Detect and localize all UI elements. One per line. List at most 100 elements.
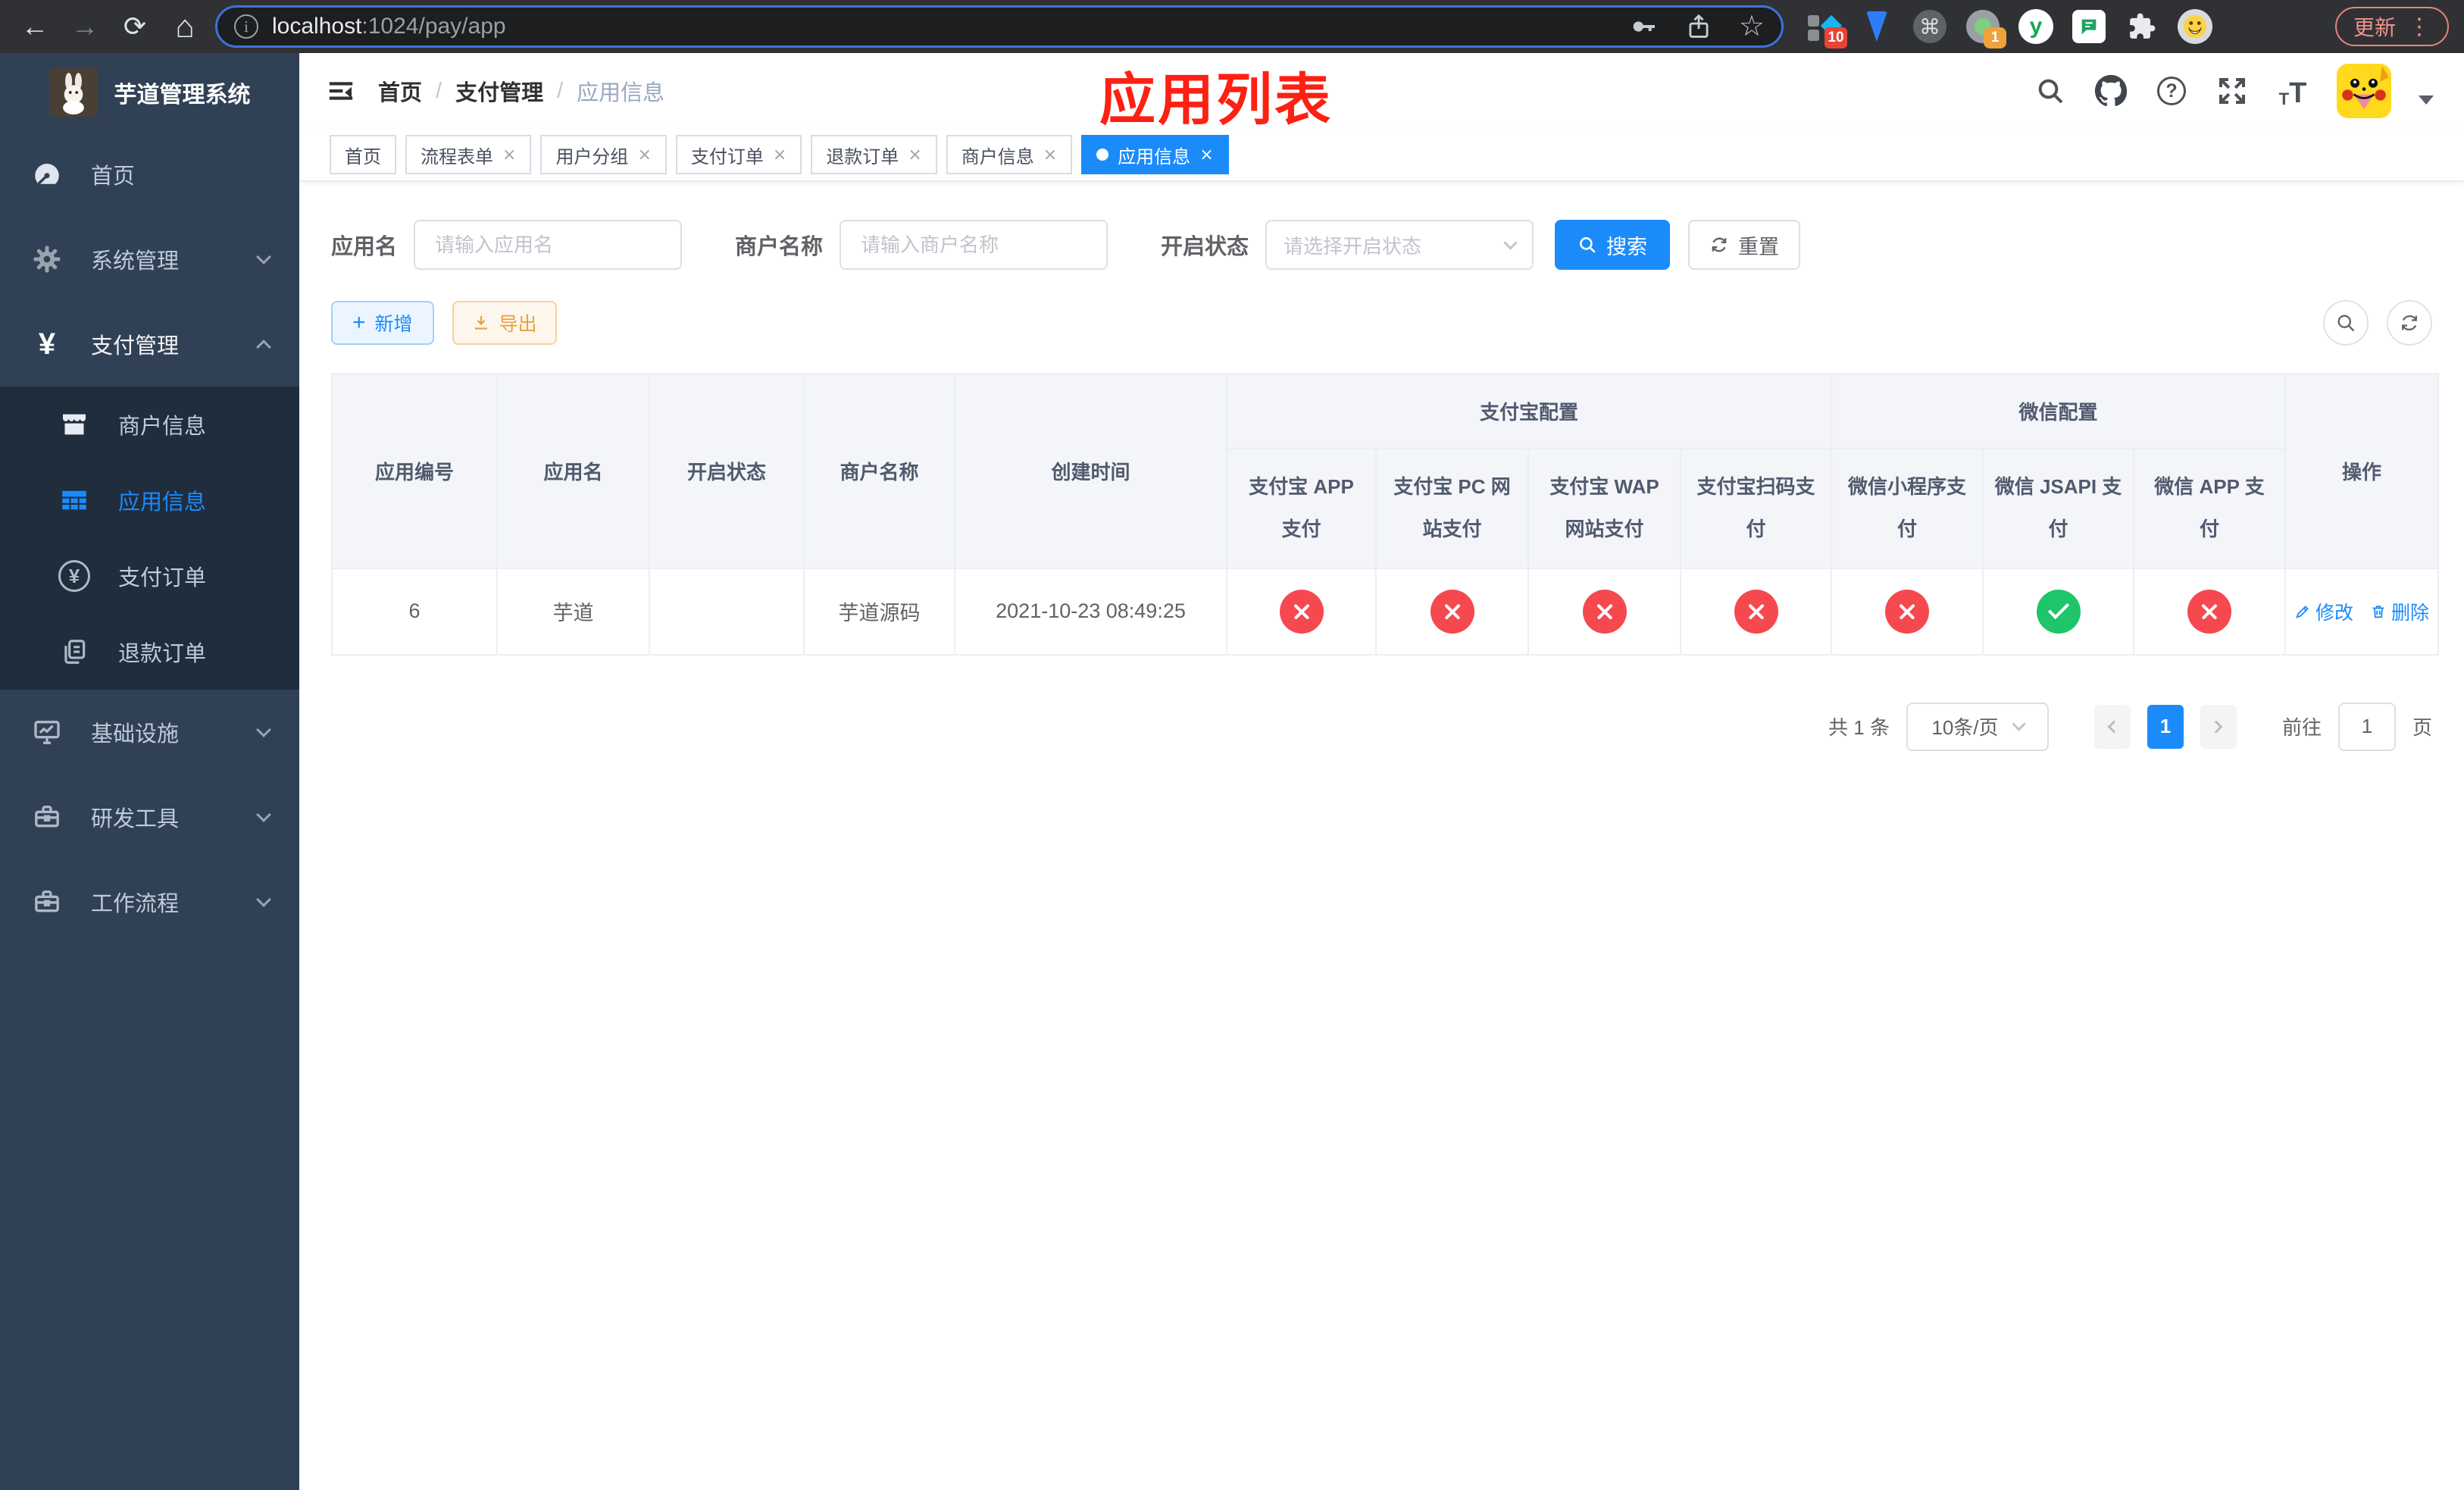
merchant-name-input[interactable] <box>840 220 1108 270</box>
column-header: 商户名称 <box>803 373 955 569</box>
share-icon[interactable] <box>1684 12 1713 41</box>
bookmark-star-icon[interactable]: ☆ <box>1739 12 1765 41</box>
app-name-input[interactable] <box>414 220 683 270</box>
user-avatar[interactable] <box>2337 64 2391 118</box>
sidebar-item-infrastructure[interactable]: 基础设施 <box>0 690 299 775</box>
font-size-icon[interactable]: TT <box>2276 74 2309 108</box>
page-size-select[interactable]: 10条/页 <box>1906 702 2049 751</box>
chevron-left-icon <box>2107 720 2121 734</box>
extension-y-icon[interactable]: y <box>2018 9 2053 44</box>
search-button[interactable]: 搜索 <box>1555 220 1671 270</box>
sidebar-item-refund-orders[interactable]: 退款订单 <box>0 614 299 690</box>
github-icon[interactable] <box>2094 74 2128 108</box>
tag-process-form[interactable]: 流程表单 × <box>405 135 532 174</box>
status-disabled-icon <box>1430 589 1474 634</box>
status-select[interactable]: 请选择开启状态 <box>1265 220 1534 270</box>
tag-refund-orders[interactable]: 退款订单 × <box>811 135 937 174</box>
password-key-icon[interactable] <box>1628 11 1659 42</box>
address-bar[interactable]: i localhost:1024/pay/app ☆ <box>215 5 1784 48</box>
close-icon[interactable]: × <box>637 146 651 164</box>
avatar-caret-icon[interactable] <box>2419 95 2434 105</box>
browser-reload-button[interactable]: ⟳ <box>115 7 155 46</box>
sidebar-item-home[interactable]: 首页 <box>0 132 299 217</box>
sidebar-collapse-icon[interactable] <box>299 75 378 107</box>
close-icon[interactable]: × <box>502 146 516 164</box>
screen: ← → ⟳ ⌂ i localhost:1024/pay/app ☆ 10 ⌘ … <box>0 0 2464 1490</box>
sidebar-item-payment[interactable]: ¥ 支付管理 <box>0 302 299 387</box>
status-disabled-icon <box>1885 589 1930 634</box>
column-header: 开启状态 <box>649 373 805 569</box>
merchant-name-label: 商户名称 <box>735 235 824 259</box>
cell-enabled <box>649 567 805 656</box>
status-enabled-icon <box>2036 589 2081 634</box>
export-button[interactable]: 导出 <box>452 301 557 345</box>
store-icon <box>58 408 91 441</box>
sidebar: 芋道管理系统 首页 系统管理 ¥ 支付管理 商户信息 应用信息 ¥ 支付订单 退… <box>0 53 299 1490</box>
column-header: 应用名 <box>496 373 650 569</box>
breadcrumb-current: 应用信息 <box>577 81 665 105</box>
edit-link[interactable]: 修改 <box>2294 598 2353 625</box>
close-icon[interactable]: × <box>908 146 921 164</box>
browser-home-button[interactable]: ⌂ <box>165 7 205 46</box>
add-button[interactable]: + 新增 <box>331 301 434 345</box>
tag-user-group[interactable]: 用户分组 × <box>540 135 667 174</box>
sidebar-item-pay-orders[interactable]: ¥ 支付订单 <box>0 538 299 614</box>
sidebar-item-label: 工作流程 <box>91 892 180 916</box>
column-header: 微信 APP 支付 <box>2133 448 2287 569</box>
close-icon[interactable]: × <box>773 146 786 164</box>
sidebar-item-dev-tools[interactable]: 研发工具 <box>0 775 299 859</box>
gear-icon <box>30 243 64 276</box>
prev-page-button[interactable] <box>2093 704 2131 749</box>
sidebar-item-system[interactable]: 系统管理 <box>0 217 299 302</box>
close-icon[interactable]: × <box>1199 146 1213 164</box>
site-info-icon[interactable]: i <box>234 14 258 39</box>
search-icon[interactable] <box>2034 74 2067 108</box>
chevron-down-icon <box>256 249 271 265</box>
browser-back-button[interactable]: ← <box>15 7 55 46</box>
goto-page-input[interactable] <box>2337 702 2396 751</box>
tags-view: 首页 流程表单 × 用户分组 × 支付订单 × 退款订单 × 商户信息 × 应用信息 × <box>299 129 2464 182</box>
browser-forward-button[interactable]: → <box>65 7 105 46</box>
fullscreen-icon[interactable] <box>2215 74 2249 108</box>
extension-grid-icon[interactable]: 10 <box>1806 9 1847 49</box>
column-header: 支付宝 WAP 网站支付 <box>1527 448 1681 569</box>
url-text: localhost:1024/pay/app <box>272 14 506 39</box>
app-logo[interactable]: 芋道管理系统 <box>0 53 299 132</box>
refresh-button[interactable] <box>2387 300 2432 346</box>
breadcrumb-payment[interactable]: 支付管理 <box>455 75 543 107</box>
browser-update-button[interactable]: 更新 ⋮ <box>2334 7 2449 46</box>
browser-menu-kebab-icon[interactable]: ⋮ <box>2408 14 2431 40</box>
sidebar-item-app-info[interactable]: 应用信息 <box>0 462 299 538</box>
tag-merchant-info[interactable]: 商户信息 × <box>946 135 1073 174</box>
reset-button[interactable]: 重置 <box>1688 220 1801 270</box>
goto-label: 前往 <box>2281 716 2322 740</box>
table-toolbar: + 新增 导出 <box>331 300 2432 346</box>
next-page-button[interactable] <box>2200 704 2237 749</box>
sidebar-item-workflow[interactable]: 工作流程 <box>0 859 299 944</box>
browser-profile-avatar[interactable] <box>2178 9 2212 44</box>
breadcrumb-home[interactable]: 首页 <box>378 75 422 107</box>
help-icon[interactable]: ? <box>2155 74 2188 108</box>
tag-app-info[interactable]: 应用信息 × <box>1081 135 1229 174</box>
extension-recorder-icon[interactable]: 1 <box>1965 9 2006 49</box>
column-header: 支付宝扫码支付 <box>1679 448 1833 569</box>
extension-kite-icon[interactable] <box>1859 9 1894 44</box>
tag-pay-orders[interactable]: 支付订单 × <box>675 135 802 174</box>
table-row: 6 芋道 芋道源码 2021-10-23 08:49:25 修改 删除 <box>331 567 2440 656</box>
cell-merchant: 芋道源码 <box>803 567 955 656</box>
sidebar-item-merchant-info[interactable]: 商户信息 <box>0 387 299 462</box>
extension-command-icon[interactable]: ⌘ <box>1912 9 1947 44</box>
cell-app-name: 芋道 <box>496 567 650 656</box>
main-area: 首页 / 支付管理 / 应用信息 应用列表 ? TT 首页 流程表单 × 用户分… <box>299 53 2464 1490</box>
delete-link[interactable]: 删除 <box>2370 598 2429 625</box>
extensions-puzzle-icon[interactable] <box>2125 9 2159 44</box>
extension-chat-icon[interactable] <box>2072 9 2106 44</box>
close-icon[interactable]: × <box>1043 146 1057 164</box>
extension-badge: 1 <box>1984 27 2006 49</box>
plus-icon: + <box>352 310 366 335</box>
tag-home[interactable]: 首页 <box>330 135 396 174</box>
page-number-current[interactable]: 1 <box>2147 704 2184 749</box>
column-header-ops: 操作 <box>2284 373 2440 569</box>
toggle-search-button[interactable] <box>2323 300 2369 346</box>
chevron-down-icon <box>256 807 271 822</box>
